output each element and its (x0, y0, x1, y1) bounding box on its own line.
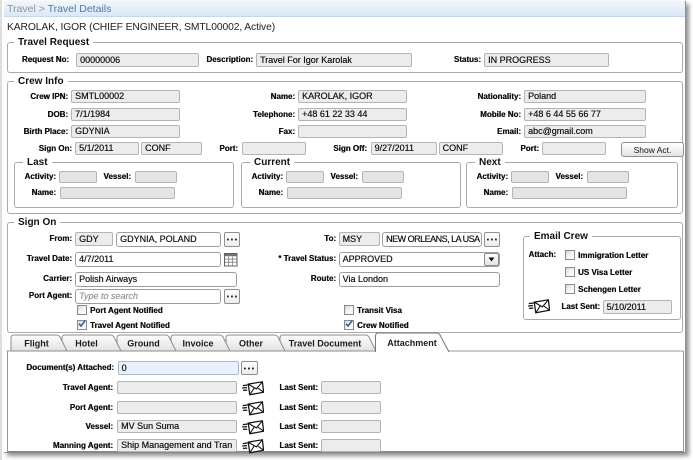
svg-text:Flight: Flight (24, 339, 49, 349)
svg-text:Invoice: Invoice (182, 339, 213, 349)
svg-text:Ground: Ground (127, 339, 160, 349)
svg-text:Other: Other (239, 339, 264, 349)
svg-text:Hotel: Hotel (75, 339, 98, 349)
svg-text:Attachment: Attachment (387, 338, 437, 348)
svg-text:Travel Document: Travel Document (289, 339, 362, 349)
